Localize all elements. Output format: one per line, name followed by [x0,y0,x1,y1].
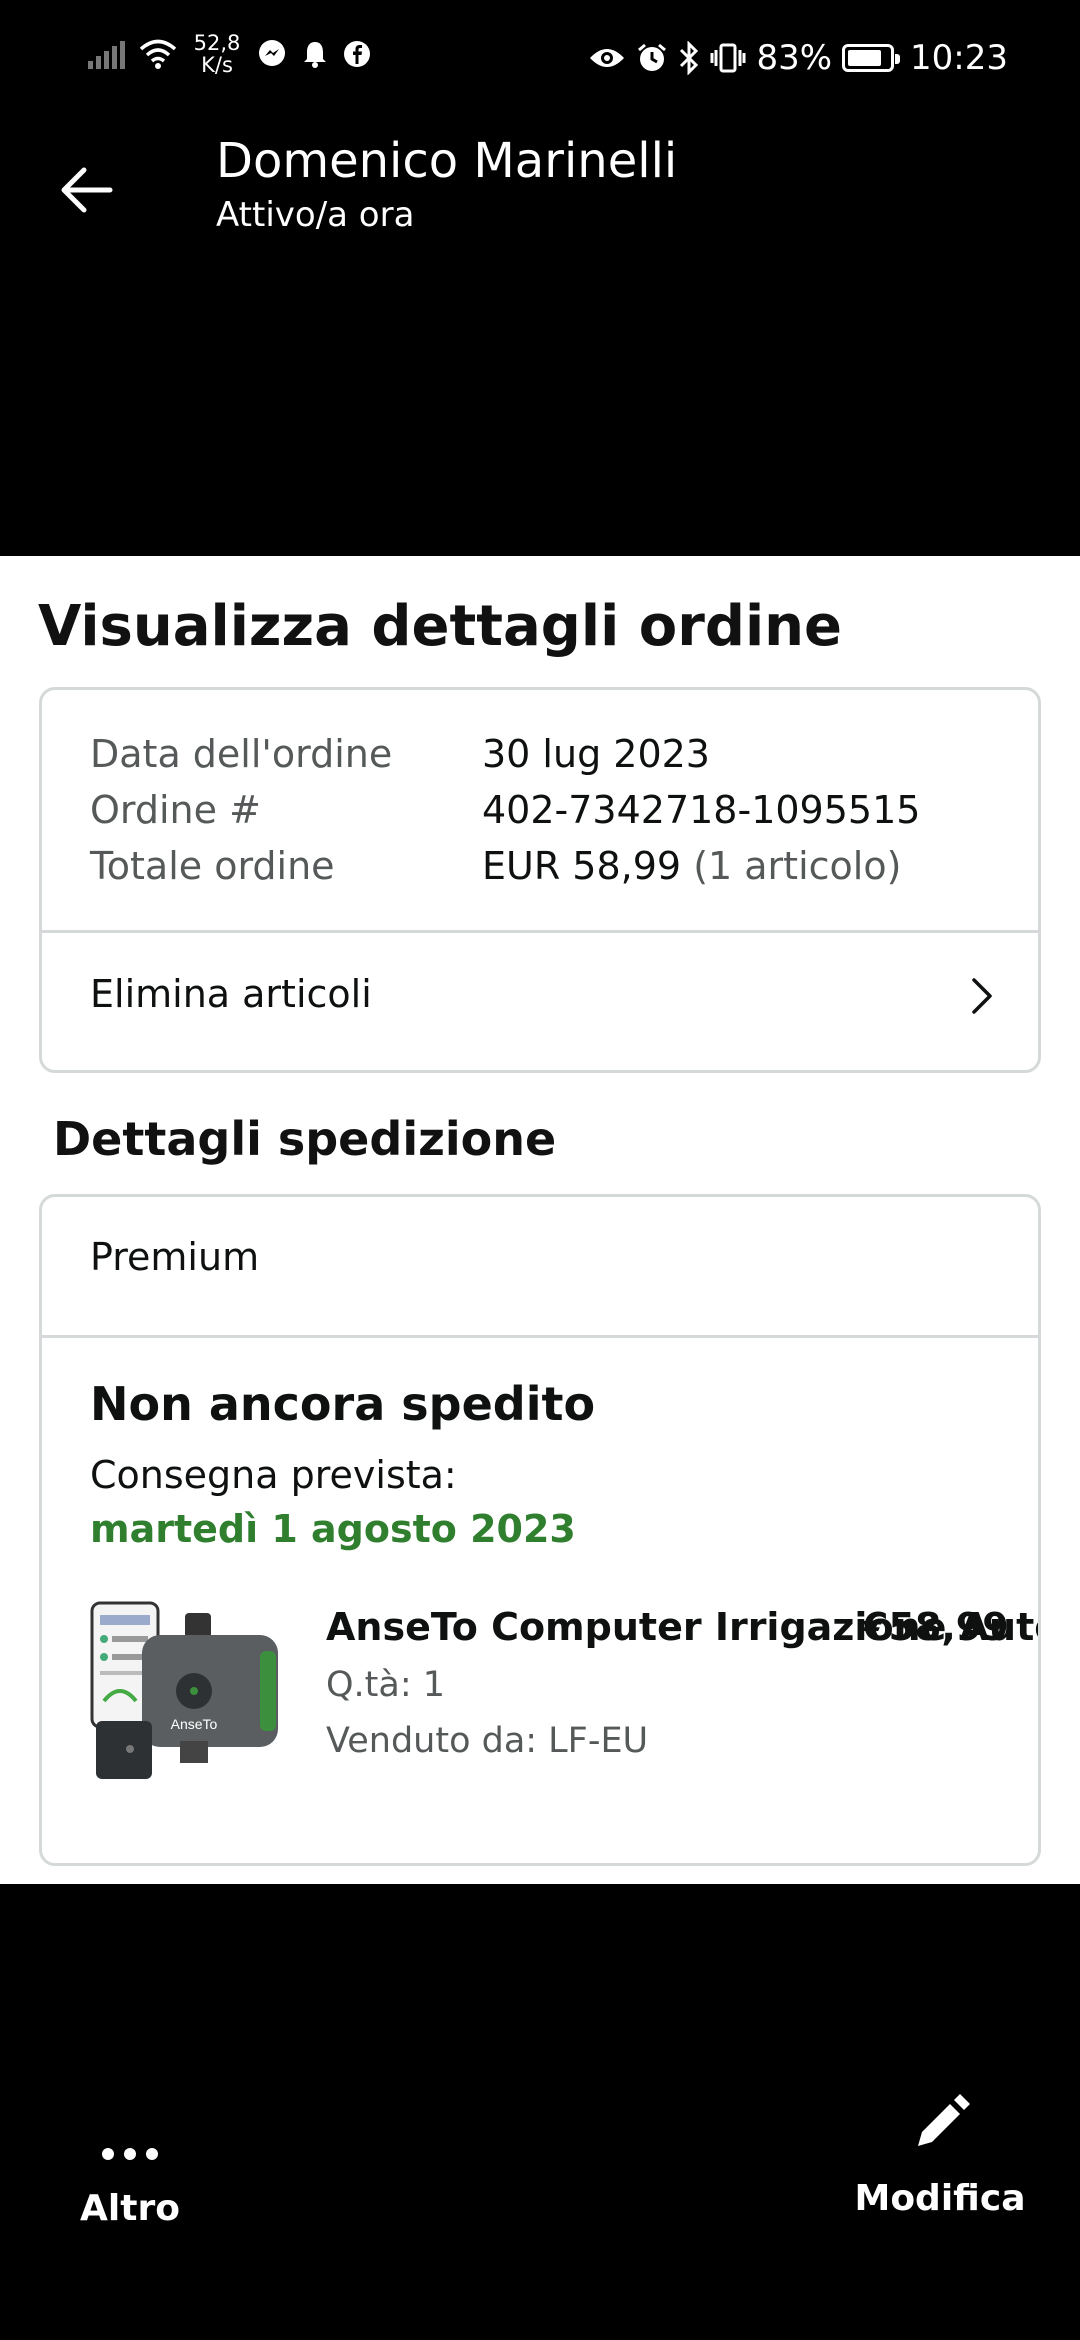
eye-icon [590,49,625,67]
clock: 10:23 [910,38,1008,78]
delivery-label: Consegna prevista: [90,1453,457,1497]
battery-fill [848,50,882,66]
network-speed: 52,8 K/s [193,31,241,77]
vibrate-icon [710,43,746,73]
bluetooth-icon [680,41,699,75]
product-seller: Venduto da: LF-EU [326,1721,649,1761]
more-dots-icon [102,2148,158,2160]
alarm-icon [638,43,667,71]
shipping-section-title: Dettagli spedizione [53,1112,557,1166]
edit-button[interactable]: Modifica [840,2094,1040,2219]
contact-name[interactable]: Domenico Marinelli [216,133,677,189]
shipping-card: Premium Non ancora spedito Consegna prev… [39,1194,1041,1866]
delivery-date: martedì 1 agosto 2023 [90,1507,576,1551]
status-bar: 52,8 K/s 83% 10:23 [0,0,1080,125]
back-arrow-icon[interactable] [52,155,122,225]
product-image-brand: AnseTo [171,1716,218,1732]
order-total-label: Totale ordine [90,844,335,888]
order-date-row: Data dell'ordine 30 lug 2023 [90,726,920,782]
order-number-label: Ordine # [90,788,261,832]
battery-percent: 83% [756,38,833,78]
shipment-status: Non ancora spedito [90,1377,596,1431]
battery-icon [842,44,901,72]
shipping-type: Premium [90,1235,260,1279]
page-title: Visualizza dettagli ordine [38,594,842,659]
product-price: €58,99 [862,1605,1009,1649]
order-info: Data dell'ordine 30 lug 2023 Ordine # 40… [90,726,920,894]
divider [42,1335,1038,1338]
order-number-value: 402-7342718-1095515 [482,788,921,832]
bottom-action-bar: Altro Modifica [0,1884,1080,2340]
product-image[interactable]: AnseTo [90,1601,280,1781]
order-date-label: Data dell'ordine [90,732,393,776]
edit-label: Modifica [854,2178,1026,2219]
order-summary-card: Data dell'ordine 30 lug 2023 Ordine # 40… [39,687,1041,1073]
facebook-icon [344,41,370,67]
product-quantity: Q.tà: 1 [326,1665,446,1705]
messenger-icon [259,40,285,66]
chevron-right-icon[interactable] [962,968,1002,1024]
contact-status: Attivo/a ora [216,195,415,235]
delete-items-label[interactable]: Elimina articoli [90,972,372,1016]
order-total-value: EUR 58,99 (1 articolo) [482,838,901,894]
pencil-icon [918,2094,970,2146]
order-item-count: (1 articolo) [693,844,902,888]
order-date-value: 30 lug 2023 [482,732,710,776]
more-button[interactable]: Altro [70,2144,190,2229]
order-details-panel: Visualizza dettagli ordine Data dell'ord… [0,556,1080,1884]
signal-icon [88,39,125,69]
wifi-icon [139,39,177,69]
order-total-amount: EUR 58,99 [482,844,682,888]
chat-header: Domenico Marinelli Attivo/a ora [0,125,1080,555]
bell-icon [304,42,326,68]
order-total-row: Totale ordine EUR 58,99 (1 articolo) [90,838,920,894]
more-label: Altro [80,2188,180,2229]
order-number-row: Ordine # 402-7342718-1095515 [90,782,920,838]
